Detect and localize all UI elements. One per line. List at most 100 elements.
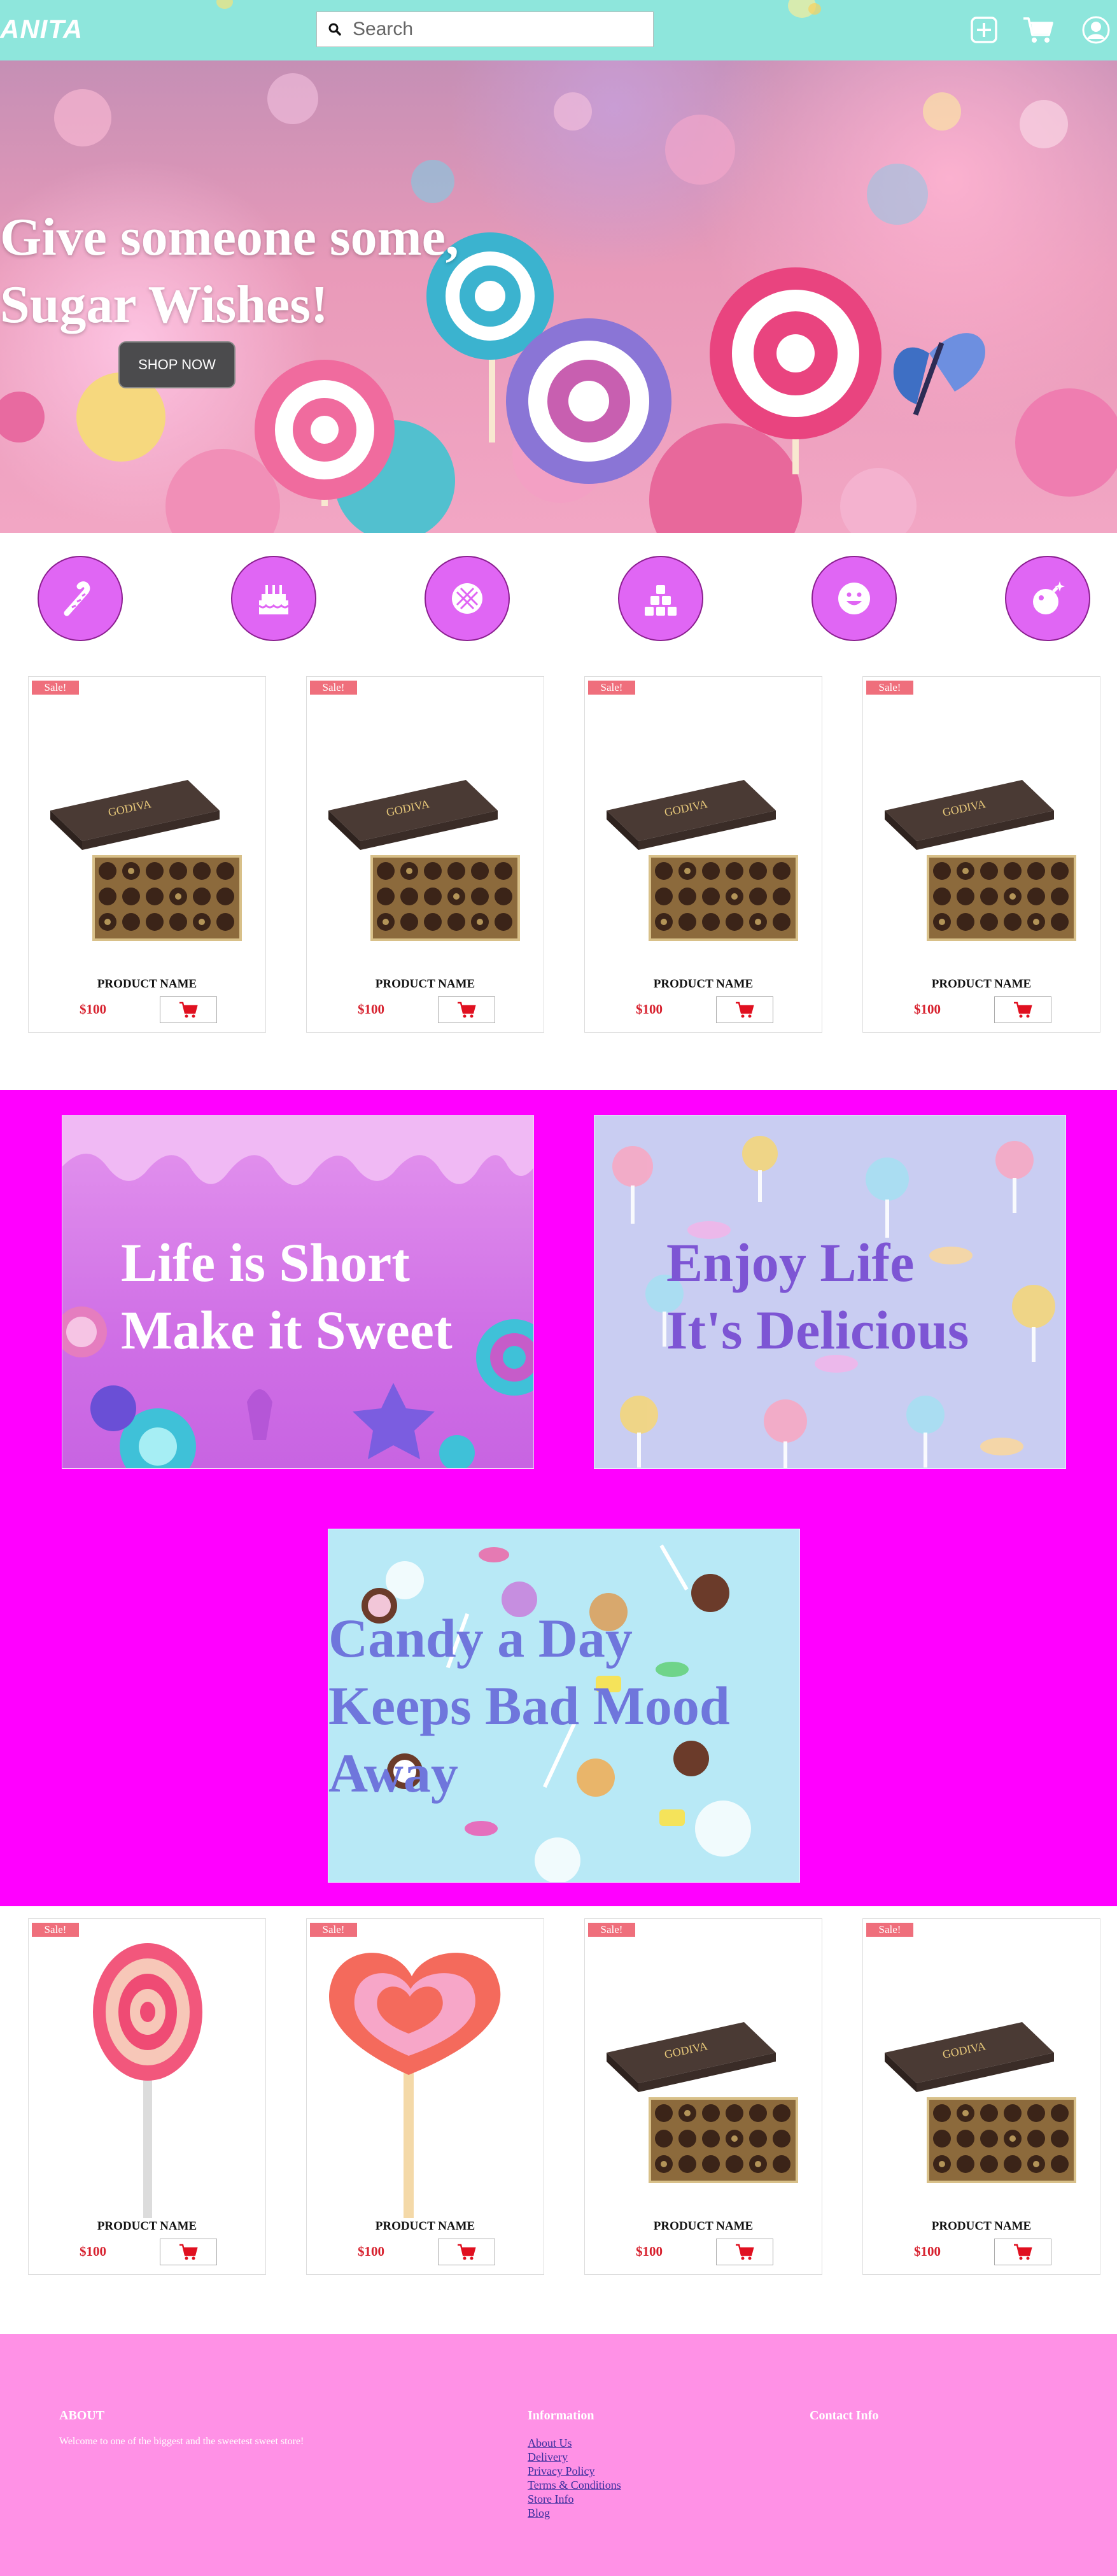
category-bomb-candy[interactable]: [1005, 556, 1090, 641]
cart-icon[interactable]: [1022, 14, 1054, 46]
product-price: $100: [80, 1001, 106, 1017]
footer-about-text: Welcome to one of the biggest and the sw…: [59, 2436, 304, 2447]
footer-link-terms[interactable]: Terms & Conditions: [528, 2479, 621, 2491]
banner-3-line-1: Candy a Day: [328, 1608, 633, 1669]
cart-icon: [736, 1001, 754, 1018]
product-name[interactable]: PRODUCT NAME: [585, 977, 822, 991]
smiley-candy-icon: [838, 583, 870, 614]
swirl-lollipop-image: [93, 1943, 202, 2218]
sale-badge: Sale!: [588, 681, 635, 695]
birthday-cake-icon: [258, 585, 290, 614]
sale-badge: Sale!: [866, 681, 913, 695]
promo-section: Life is Short Make it Sweet Enjoy Life I…: [0, 1090, 1117, 1906]
category-cookie[interactable]: [425, 556, 510, 641]
banner-2-line-1: Enjoy Life: [666, 1232, 915, 1293]
product-price: $100: [914, 2244, 941, 2259]
footer-link-blog[interactable]: Blog: [528, 2507, 550, 2519]
add-to-cart-button[interactable]: [994, 996, 1051, 1023]
footer-link-store-info[interactable]: Store Info: [528, 2493, 573, 2505]
product-name[interactable]: PRODUCT NAME: [585, 2219, 822, 2233]
chocolate-box-image: GODIVA: [328, 780, 520, 941]
sale-badge: Sale!: [310, 1923, 357, 1937]
footer-information-heading: Information: [528, 2409, 594, 2423]
product-price: $100: [636, 2244, 663, 2259]
cart-icon: [179, 1001, 198, 1018]
product-price: $100: [914, 1001, 941, 1017]
banner-1-line-2: Make it Sweet: [121, 1299, 453, 1361]
search-input[interactable]: [353, 12, 645, 46]
user-icon[interactable]: [1080, 14, 1112, 46]
promo-banner-candy-a-day[interactable]: Candy a Day Keeps Bad Mood Away: [328, 1529, 800, 1883]
footer-link-privacy-policy[interactable]: Privacy Policy: [528, 2465, 595, 2477]
banner-3-text: Candy a Day Keeps Bad Mood Away: [328, 1604, 730, 1807]
product-card[interactable]: GODIVA Sale! PRODUCT NAME $100: [862, 1918, 1100, 2275]
sale-badge: Sale!: [588, 1923, 635, 1937]
promo-banner-enjoy-life[interactable]: Enjoy Life It's Delicious: [594, 1115, 1066, 1469]
plus-icon[interactable]: [968, 14, 1000, 46]
sale-badge: Sale!: [310, 681, 357, 695]
shop-now-button[interactable]: SHOP NOW: [118, 341, 235, 388]
product-name[interactable]: PRODUCT NAME: [29, 2219, 265, 2233]
bomb-candy-icon: [1033, 581, 1065, 614]
cart-icon: [179, 2244, 198, 2260]
cart-icon: [1014, 1001, 1032, 1018]
footer-link-delivery[interactable]: Delivery: [528, 2451, 568, 2463]
product-card[interactable]: Sale! PRODUCT NAME $100: [28, 1918, 266, 2275]
decor-bubble: [216, 0, 233, 9]
banner-2-text: Enjoy Life It's Delicious: [666, 1229, 969, 1364]
product-name[interactable]: PRODUCT NAME: [29, 977, 265, 991]
hero-title: Give someone some, Sugar Wishes!: [0, 204, 459, 339]
category-smiley-candy[interactable]: [811, 556, 897, 641]
product-card[interactable]: Sale! PRODUCT NAME $100: [306, 1918, 544, 2275]
category-sugar-cubes[interactable]: [618, 556, 703, 641]
decor-bubble: [808, 3, 821, 15]
product-card[interactable]: GODIVA Sale! PRODUCT NAME $100: [862, 676, 1100, 1033]
add-to-cart-button[interactable]: [438, 2239, 495, 2265]
product-card[interactable]: GODIVA Sale! PRODUCT NAME $100: [584, 676, 822, 1033]
hero-title-line-2: Sugar Wishes!: [0, 275, 328, 334]
hero-title-line-1: Give someone some,: [0, 208, 459, 267]
product-name[interactable]: PRODUCT NAME: [307, 977, 544, 991]
banner-1-text: Life is Short Make it Sweet: [121, 1229, 453, 1364]
banner-1-line-1: Life is Short: [121, 1232, 410, 1293]
chocolate-box-image: GODIVA: [885, 2022, 1076, 2183]
cookie-icon: [452, 583, 482, 614]
heart-lollipop-image: [329, 1953, 501, 2218]
sugar-cubes-icon: [645, 585, 677, 616]
product-name[interactable]: PRODUCT NAME: [863, 977, 1100, 991]
product-name[interactable]: PRODUCT NAME: [307, 2219, 544, 2233]
search-icon[interactable]: [317, 11, 353, 47]
product-price: $100: [358, 1001, 384, 1017]
chocolate-box-image: GODIVA: [607, 780, 798, 941]
banner-3-line-2: Keeps Bad Mood: [328, 1675, 730, 1736]
search-bar[interactable]: [316, 11, 654, 47]
sale-badge: Sale!: [32, 1923, 79, 1937]
add-to-cart-button[interactable]: [716, 2239, 773, 2265]
add-to-cart-button[interactable]: [160, 996, 217, 1023]
cart-icon: [458, 1001, 476, 1018]
chocolate-box-image: GODIVA: [885, 780, 1076, 941]
footer-link-about-us[interactable]: About Us: [528, 2437, 572, 2449]
chocolate-box-image: GODIVA: [607, 2022, 798, 2183]
product-card[interactable]: GODIVA Sale! PRODUCT NAME $100: [584, 1918, 822, 2275]
cart-icon: [1014, 2244, 1032, 2260]
site-footer: ABOUT Welcome to one of the biggest and …: [0, 2334, 1117, 2576]
hero-banner: Give someone some, Sugar Wishes! SHOP NO…: [0, 60, 1117, 533]
add-to-cart-button[interactable]: [716, 996, 773, 1023]
promo-banner-life-is-short[interactable]: Life is Short Make it Sweet: [62, 1115, 534, 1469]
footer-contact-heading: Contact Info: [810, 2409, 879, 2423]
product-card[interactable]: GODIVA Sale! PRODUCT NAME $100: [28, 676, 266, 1033]
brand-logo[interactable]: ANITA: [0, 14, 83, 45]
cart-icon: [458, 2244, 476, 2260]
category-candy-cane[interactable]: [38, 556, 123, 641]
category-cake[interactable]: [231, 556, 316, 641]
add-to-cart-button[interactable]: [438, 996, 495, 1023]
chocolate-box-image: GODIVA: [50, 780, 242, 941]
candy-cane-icon: [64, 581, 90, 616]
add-to-cart-button[interactable]: [160, 2239, 217, 2265]
add-to-cart-button[interactable]: [994, 2239, 1051, 2265]
product-name[interactable]: PRODUCT NAME: [863, 2219, 1100, 2233]
product-price: $100: [636, 1001, 663, 1017]
product-card[interactable]: GODIVA Sale! PRODUCT NAME $100: [306, 676, 544, 1033]
top-navbar: ANITA: [0, 0, 1117, 60]
